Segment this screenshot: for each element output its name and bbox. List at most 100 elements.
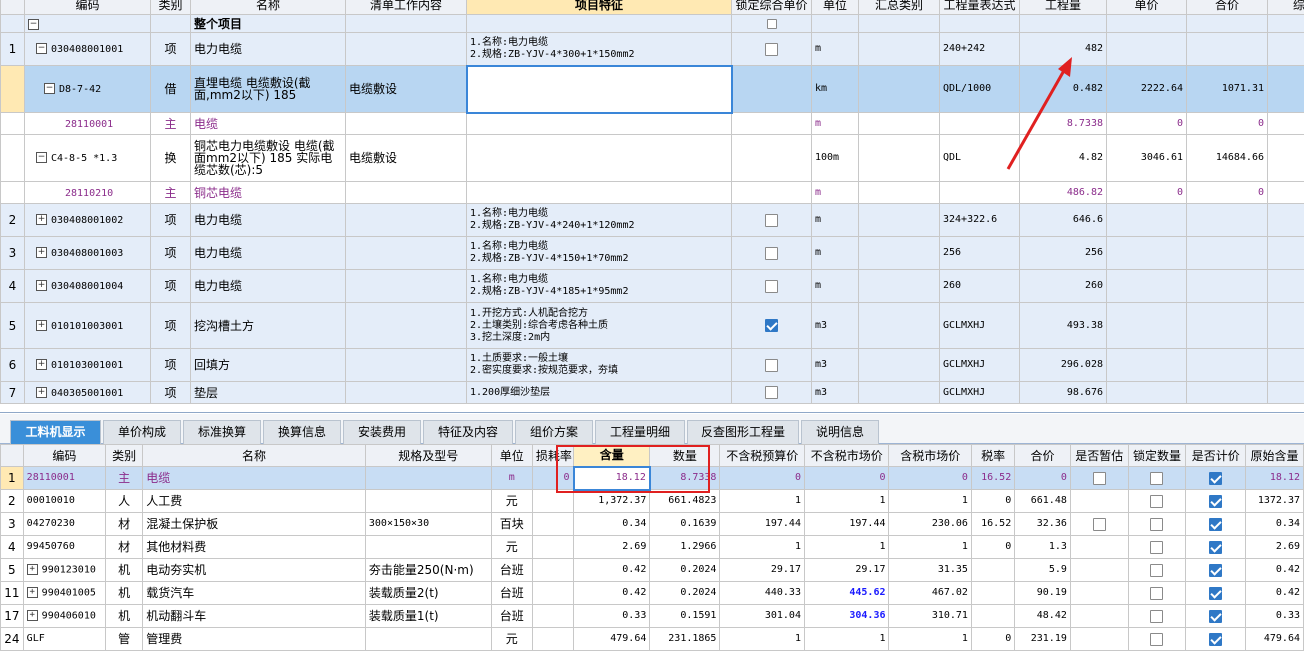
priced-checkbox-checked[interactable] [1209,517,1223,531]
col-name[interactable]: 名称 [142,444,366,467]
lock-checkbox[interactable] [765,246,778,260]
col-work[interactable]: 清单工作内容 [345,0,467,15]
expand-icon[interactable]: + [36,359,47,370]
lock-qty-checkbox[interactable] [1150,609,1164,623]
tab-labor-material[interactable]: 工料机显示 [10,420,101,444]
expand-icon[interactable]: + [36,319,47,331]
feature-edit-cell[interactable] [465,64,733,114]
table-row[interactable]: − C4-8-5 *1.3 换 铜芯电力电缆敷设 电缆(截面mm2以下) 185 … [0,134,1304,182]
col-type[interactable]: 类别 [150,0,191,15]
priced-checkbox-checked[interactable] [1209,632,1223,646]
expand-icon[interactable]: + [26,563,38,575]
lock-checkbox-checked[interactable] [765,319,778,332]
lock-qty-checkbox[interactable] [1150,586,1164,600]
lock-qty-checkbox[interactable] [1150,471,1164,485]
col-spec[interactable]: 规格及型号 [364,444,492,467]
col-tax-rate[interactable]: 税率 [970,444,1016,467]
collapse-icon[interactable]: − [36,43,47,54]
tab-description[interactable]: 说明信息 [801,420,879,444]
project-row[interactable]: − 整个项目 [0,14,1304,33]
expand-icon[interactable]: + [26,609,38,621]
table-row[interactable]: 6 +010103001001 项 回填方 1.土质要求:一般土壤 2.密实度要求… [0,348,1304,382]
lock-checkbox[interactable] [765,213,778,227]
table-row[interactable]: 4 +030408001004 项 电力电缆 1.名称:电力电缆 2.规格:ZB-… [0,269,1304,303]
col-pre-tax-market[interactable]: 不含税市场价 [803,444,890,467]
lock-qty-checkbox[interactable] [1150,563,1164,577]
resource-row[interactable]: 5 +990123010 机 电动夯实机 夯击能量250(N·m) 台班 0.4… [0,558,1304,582]
col-sum-type[interactable]: 汇总类别 [858,0,940,15]
resource-row[interactable]: 4 99450760 材 其他材料费 元 2.69 1.2966 1 1 1 0… [0,535,1304,559]
col-orig-content[interactable]: 原始含量 [1245,444,1304,467]
table-row[interactable]: 7 +040305001001 项 垫层 1.200厚细沙垫层 m3 GCLMX… [0,381,1304,404]
priced-checkbox-checked[interactable] [1209,471,1223,485]
col-priced[interactable]: 是否计价 [1185,444,1247,467]
lock-qty-checkbox[interactable] [1150,494,1164,508]
table-row[interactable]: 28110210 主 铜芯电缆 m 486.82 0 0 [0,181,1304,204]
tab-conversion-info[interactable]: 换算信息 [263,420,341,444]
collapse-icon[interactable]: − [36,152,47,163]
estimate-checkbox[interactable] [1092,517,1106,531]
priced-checkbox-checked[interactable] [1209,494,1223,508]
col-unit[interactable]: 单位 [490,444,533,467]
col-lock[interactable]: 锁定综合单价 [731,0,812,15]
expand-icon[interactable]: + [36,214,47,225]
lock-checkbox[interactable] [765,386,778,399]
col-tax-market[interactable]: 含税市场价 [888,444,972,467]
col-feature[interactable]: 项目特征 [466,0,732,15]
resource-row[interactable]: 3 04270230 材 混凝土保护板 300×150×30 百块 0.34 0… [0,512,1304,536]
table-row-selected[interactable]: − D8-7-42 借 直埋电缆 电缆敷设(截面,mm2以下) 185 电缆敷设 … [0,64,1304,114]
col-code[interactable]: 编码 [24,0,151,15]
col-name[interactable]: 名称 [190,0,346,15]
table-row[interactable]: 2 +030408001002 项 电力电缆 1.名称:电力电缆 2.规格:ZB-… [0,203,1304,237]
tab-install-fee[interactable]: 安装费用 [343,420,421,444]
lock-qty-checkbox[interactable] [1150,540,1164,554]
expand-icon[interactable]: + [36,280,47,291]
tab-feature-content[interactable]: 特征及内容 [423,420,513,444]
estimate-checkbox[interactable] [1092,471,1106,485]
priced-checkbox-checked[interactable] [1209,540,1223,554]
col-code[interactable]: 编码 [22,444,107,467]
table-row[interactable]: 5 +010101003001 项 挖沟槽土方 1.开挖方式:人机配合挖方 2.土… [0,302,1304,349]
col-quantity[interactable]: 数量 [649,444,721,467]
resource-row[interactable]: 24 GLF 管 管理费 元 479.64 231.1865 1 1 1 0 2… [0,627,1304,651]
lock-checkbox[interactable] [766,19,777,29]
lock-checkbox[interactable] [765,42,778,56]
priced-checkbox-checked[interactable] [1209,586,1223,600]
col-total[interactable]: 合价 [1014,444,1071,467]
tab-quantity-detail[interactable]: 工程量明细 [595,420,685,444]
tab-unit-price[interactable]: 单价构成 [103,420,181,444]
resource-row[interactable]: 2 00010010 人 人工费 元 1,372.37 661.4823 1 1… [0,489,1304,513]
col-estimate[interactable]: 是否暂估 [1069,444,1129,467]
collapse-icon[interactable]: − [28,18,39,30]
col-more[interactable]: 综 [1267,0,1304,15]
expand-icon[interactable]: + [26,586,38,598]
tab-reverse-graph[interactable]: 反查图形工程量 [687,420,799,444]
col-qty[interactable]: 工程量 [1019,0,1107,15]
col-expr[interactable]: 工程量表达式 [939,0,1020,15]
col-loss-rate[interactable]: 损耗率 [531,444,575,467]
col-content[interactable]: 含量 [573,444,651,467]
table-row[interactable]: 1 −030408001001 项 电力电缆 1.名称:电力电缆 2.规格:ZB-… [0,32,1304,66]
resource-row[interactable]: 11 +990401005 机 载货汽车 装载质量2(t) 台班 0.42 0.… [0,581,1304,605]
col-total[interactable]: 合价 [1186,0,1268,15]
col-type[interactable]: 类别 [105,444,144,467]
priced-checkbox-checked[interactable] [1209,563,1223,577]
lock-qty-checkbox[interactable] [1150,517,1164,531]
col-unit[interactable]: 单位 [811,0,859,15]
resource-row-selected[interactable]: 1 28110001 主 电缆 m 0 18.12 8.7338 0 0 0 1… [0,465,1304,491]
content-edit-cell[interactable]: 18.12 [572,465,651,491]
priced-checkbox-checked[interactable] [1209,609,1223,623]
lock-checkbox[interactable] [765,279,778,293]
col-pre-tax-budget[interactable]: 不含税预算价 [719,444,805,467]
expand-icon[interactable]: + [36,386,47,398]
lock-qty-checkbox[interactable] [1150,632,1164,646]
tab-pricing-plan[interactable]: 组价方案 [515,420,593,444]
resource-row[interactable]: 17 +990406010 机 机动翻斗车 装载质量1(t) 台班 0.33 0… [0,604,1304,628]
col-lock-qty[interactable]: 锁定数量 [1127,444,1187,467]
table-row[interactable]: 3 +030408001003 项 电力电缆 1.名称:电力电缆 2.规格:ZB-… [0,236,1304,270]
expand-icon[interactable]: + [36,247,47,258]
collapse-icon[interactable]: − [44,83,55,94]
col-price[interactable]: 单价 [1106,0,1187,15]
table-row[interactable]: 28110001 主 电缆 m 8.7338 0 0 [0,112,1304,135]
tab-standard-conversion[interactable]: 标准换算 [183,420,261,444]
